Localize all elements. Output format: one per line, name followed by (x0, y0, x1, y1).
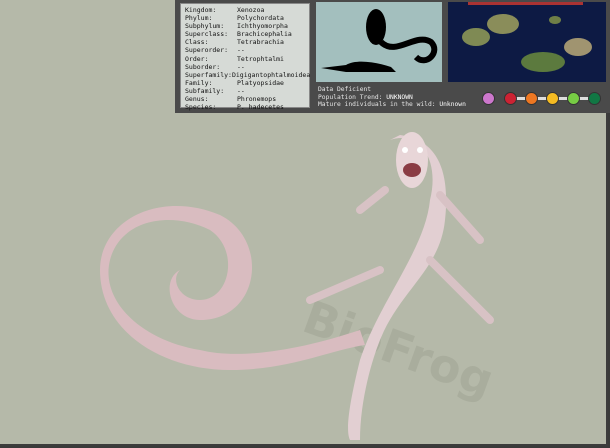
taxonomy-row: Subphylum: Ichthyomorpha (185, 22, 309, 30)
taxonomy-value: -- (237, 86, 245, 95)
taxonomy-row: Genus: Phronemops (185, 95, 309, 103)
taxonomy-value: -- (237, 46, 245, 55)
taxonomy-row: Phylum: Polychordata (185, 14, 309, 22)
size-comparison-silhouette (316, 2, 442, 82)
taxonomy-row: Suborder: -- (185, 63, 309, 71)
mature-label: Mature individuals in the wild: (318, 101, 436, 109)
taxonomy-value: Platyopsidae (237, 78, 284, 87)
taxonomy-row: Species: P. hadecetes (185, 103, 309, 111)
taxonomy-value: Tetrophtalmi (237, 54, 284, 63)
taxonomy-row: Subfamily: -- (185, 87, 309, 95)
taxonomy-box: Kingdom: Xenozoa Phylum: Polychordata Subphy… (180, 3, 311, 111)
status-dot-4 (567, 92, 580, 105)
taxonomy-rank: Kingdom: (185, 6, 217, 14)
taxonomy-rank: Phylum: (185, 14, 213, 23)
range-map (448, 2, 606, 82)
taxonomy-rank: Superclass: (185, 30, 229, 39)
taxonomy-rank: Species: (185, 103, 217, 112)
taxonomy-row: Superfamily: Digigantophtalmoidea (185, 70, 311, 79)
taxonomy-rank: Superfamily: (185, 70, 232, 79)
status-dot-5 (588, 92, 601, 105)
creature-body (348, 135, 447, 440)
status-dot-1 (504, 92, 517, 105)
taxonomy-row: Class: Tetrabrachia (185, 38, 309, 46)
taxonomy-rank: Genus: (185, 95, 209, 104)
taxonomy-row: Family: Platyopsidae (185, 79, 309, 87)
taxonomy-value: P. hadecetes (237, 103, 284, 112)
taxonomy-row: Superorder: -- (185, 46, 309, 54)
trend-label: Population Trend: (318, 93, 383, 101)
taxonomy-value: Digigantophtalmoidea (231, 70, 311, 79)
trend-value: UNKNOWN (386, 93, 413, 101)
taxonomy-rank: Subphylum: (185, 22, 225, 31)
taxonomy-value: -- (237, 62, 245, 71)
taxonomy-value: Brachicephalia (237, 30, 292, 39)
taxonomy-value: Phronemops (237, 95, 277, 104)
taxonomy-value: Ichthyomorpha (237, 22, 288, 31)
taxonomy-value: Xenozoa (237, 6, 265, 14)
taxonomy-value: Tetrabrachia (237, 38, 284, 47)
taxonomy-rank: Family: (185, 78, 213, 87)
taxonomy-value: Polychordata (237, 14, 284, 23)
taxonomy-rank: Subfamily: (185, 86, 225, 95)
status-dot-2 (525, 92, 538, 105)
status-dot-3 (546, 92, 559, 105)
taxonomy-rank: Order: (185, 54, 209, 63)
taxonomy-row: Superclass: Brachicephalia (185, 30, 309, 38)
taxonomy-row: Order: Tetrophtalmi (185, 55, 309, 63)
taxonomy-rank: Suborder: (185, 62, 221, 71)
status-dot-0 (482, 92, 495, 105)
taxonomy-rank: Superorder: (185, 46, 229, 55)
creature-tail (100, 206, 365, 370)
mature-value: Unknown (439, 101, 466, 109)
taxonomy-rank: Class: (185, 38, 209, 47)
taxonomy-row: Kingdom: Xenozoa (185, 6, 309, 14)
conservation-scale (482, 92, 602, 106)
